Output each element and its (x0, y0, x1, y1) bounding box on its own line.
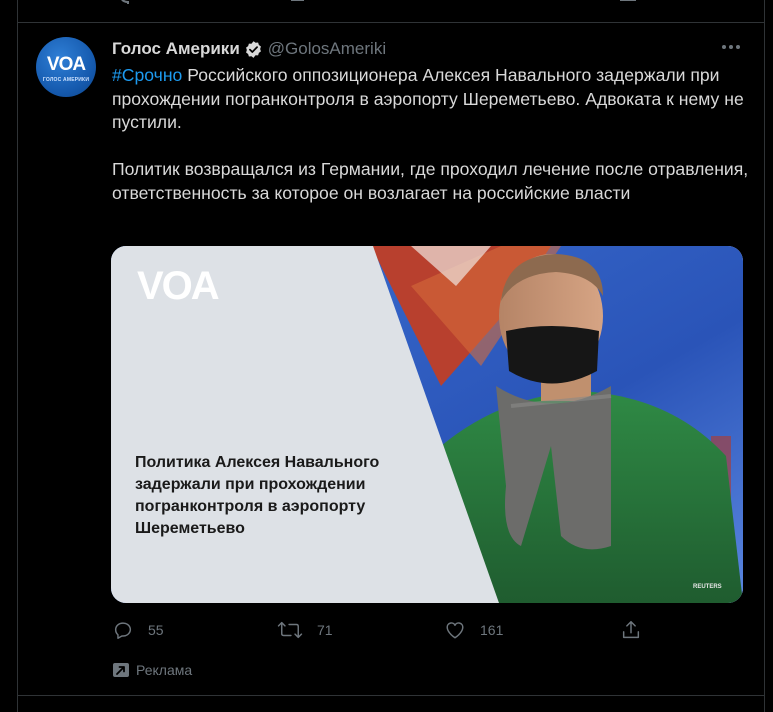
media-headline: Политика Алексея Навального задержали пр… (135, 454, 380, 537)
reply-count: 55 (148, 622, 164, 638)
previous-tweet-actions (18, 0, 764, 23)
timeline-border-right (764, 0, 765, 712)
share-button[interactable] (620, 617, 642, 643)
verified-icon (244, 40, 263, 59)
more-icon (722, 45, 740, 49)
avatar-logo: VOA (46, 54, 86, 75)
like-count: 161 (480, 622, 504, 638)
reply-icon (114, 622, 132, 639)
like-button[interactable]: 161 (444, 617, 503, 643)
tweet-divider (18, 695, 764, 696)
prev-like-icon[interactable] (448, 0, 468, 4)
tweet-actions: 55 71 161 (112, 617, 752, 643)
reply-button[interactable]: 55 (112, 617, 164, 643)
prev-reply-icon[interactable] (118, 0, 138, 4)
tweet-text: #Срочно Российского оппозиционера Алексе… (112, 64, 752, 205)
tweet-media-image[interactable]: VOA Политика Алексея Навального задержал… (111, 246, 743, 603)
promoted-label: Реклама (136, 662, 193, 678)
promoted-icon (113, 663, 129, 677)
app-frame: VOA ГОЛОС АМЕРИКИ Голос Америки @GolosAm… (0, 0, 773, 712)
media-voa-logo: VOA (137, 264, 220, 308)
hashtag-link[interactable]: #Срочно (112, 65, 182, 85)
tweet-paragraph-1: #Срочно Российского оппозиционера Алексе… (112, 64, 752, 135)
tweet-text-1: Российского оппозиционера Алексея Наваль… (112, 65, 744, 132)
more-options-button[interactable] (718, 37, 744, 57)
tweet[interactable]: VOA ГОЛОС АМЕРИКИ Голос Америки @GolosAm… (18, 23, 764, 695)
like-icon (446, 622, 464, 639)
avatar[interactable]: VOA ГОЛОС АМЕРИКИ (36, 37, 96, 97)
retweet-count: 71 (317, 622, 333, 638)
prev-retweet-icon[interactable] (288, 0, 308, 4)
retweet-button[interactable]: 71 (277, 617, 333, 643)
tweet-paragraph-2: Политик возвращался из Германии, где про… (112, 159, 749, 203)
tweet-header: Голос Америки @GolosAmeriki (112, 38, 386, 60)
retweet-icon (277, 621, 303, 639)
display-name[interactable]: Голос Америки (112, 39, 240, 59)
handle[interactable]: @GolosAmeriki (268, 39, 386, 59)
share-icon (622, 621, 640, 639)
promoted-indicator[interactable]: Реклама (112, 660, 192, 680)
media-credit: REUTERS (693, 584, 722, 590)
avatar-subtitle: ГОЛОС АМЕРИКИ (42, 77, 90, 83)
prev-share-icon[interactable] (618, 0, 638, 4)
